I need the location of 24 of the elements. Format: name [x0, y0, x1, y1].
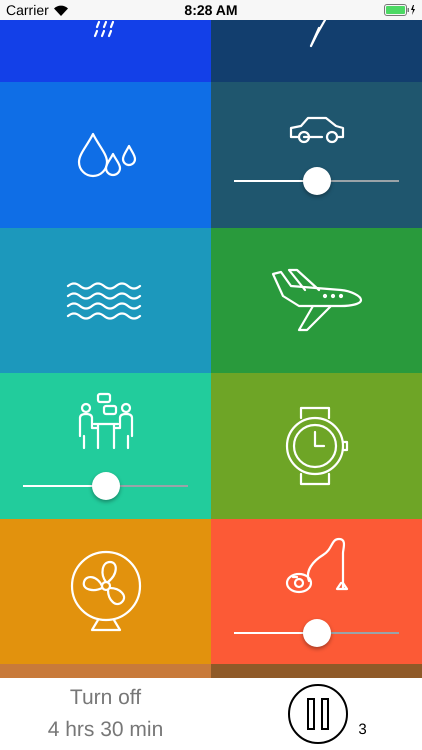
sound-tile[interactable]	[0, 228, 211, 373]
clock-time: 8:28 AM	[184, 2, 238, 18]
turn-off-label: Turn off	[70, 686, 142, 710]
car-icon	[288, 114, 346, 145]
sound-tile[interactable]	[0, 373, 211, 518]
battery-icon	[384, 4, 416, 16]
carrier-name: Carrier	[6, 2, 49, 18]
sound-tile[interactable]	[0, 82, 211, 228]
sound-tile[interactable]	[211, 518, 422, 664]
sound-tile[interactable]	[0, 20, 211, 82]
playing-count: 3	[358, 721, 367, 738]
pause-icon	[306, 698, 330, 730]
sound-tile[interactable]	[0, 664, 211, 678]
slider-thumb[interactable]	[92, 472, 120, 500]
sound-tile[interactable]	[211, 228, 422, 373]
slider-thumb[interactable]	[302, 166, 330, 195]
sound-tile[interactable]	[211, 82, 422, 228]
sound-tile[interactable]	[0, 518, 211, 664]
sound-tile[interactable]	[211, 20, 422, 82]
wifi-icon	[54, 4, 68, 16]
timer-duration: 4 hrs 30 min	[48, 718, 164, 742]
sound-tile[interactable]	[211, 373, 422, 518]
slider-thumb[interactable]	[302, 619, 330, 648]
sound-tile[interactable]	[211, 664, 422, 678]
